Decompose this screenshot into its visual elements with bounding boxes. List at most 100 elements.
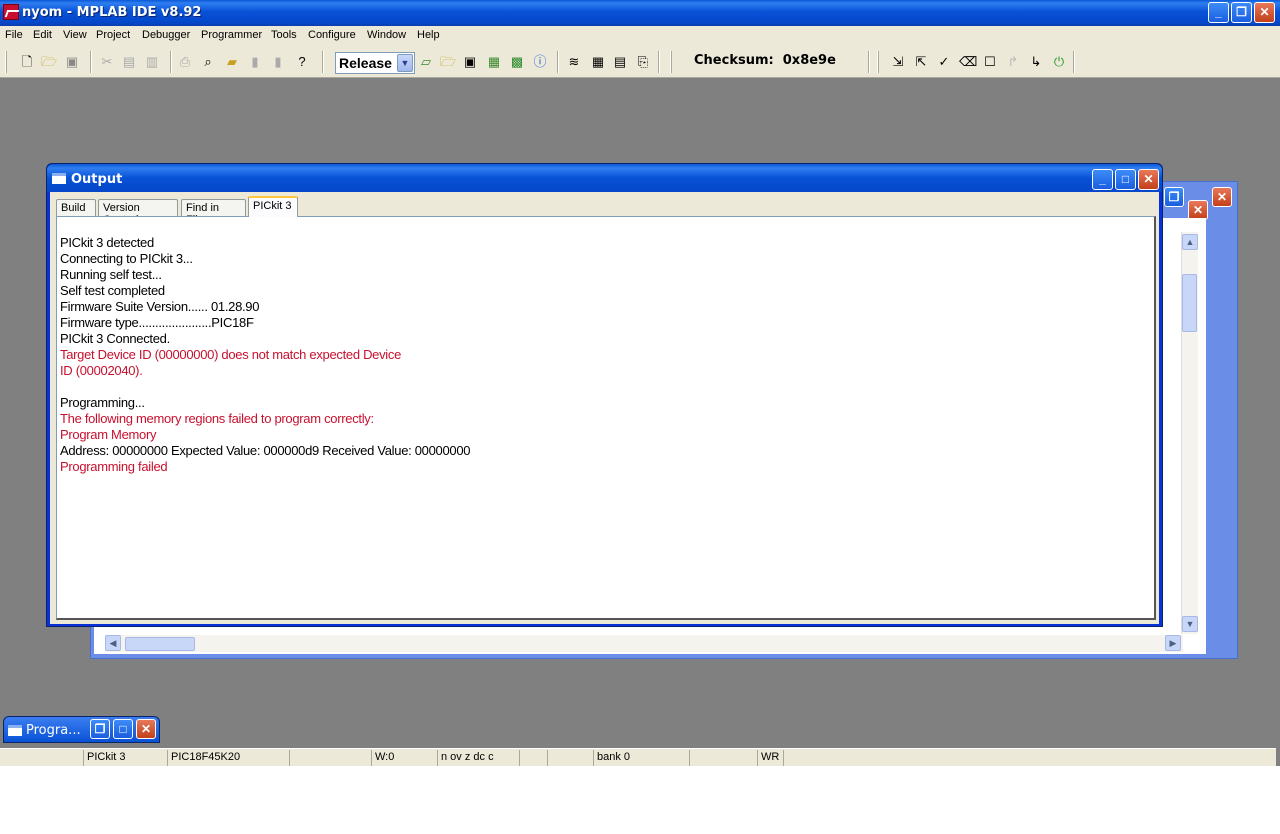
status-w-register: W:0 — [372, 750, 438, 766]
restore-button[interactable]: ❐ — [1231, 2, 1252, 23]
vertical-scroll-thumb[interactable] — [1182, 274, 1197, 332]
title-bar[interactable]: nyom - MPLAB IDE v8.92 _ ❐ ✕ — [0, 0, 1280, 26]
restore-button[interactable]: ❐ — [1164, 187, 1184, 207]
status-mode: WR — [758, 750, 784, 766]
output-line: Connecting to PICkit 3... — [60, 251, 193, 266]
copy-icon[interactable]: ▤ — [121, 54, 137, 70]
program-device-icon[interactable]: ⇲ — [890, 54, 906, 70]
minimize-button[interactable]: _ — [1208, 2, 1229, 23]
output-line: Programming failed — [60, 459, 168, 474]
cut-icon[interactable]: ✂ — [99, 54, 115, 70]
find-binoculars-icon[interactable]: ⌕ — [200, 54, 216, 70]
blank-check-icon[interactable]: ☐ — [982, 54, 998, 70]
build-icon[interactable]: ▦ — [486, 54, 502, 70]
minimized-window[interactable]: Progra... ❐ □ ✕ — [3, 716, 160, 743]
calendar-icon[interactable]: ▦ — [590, 54, 606, 70]
toolbar: 🗋 🗁 ▣ ✂ ▤ ▥ ⎙ ⌕ ▰ ▮ ▮ ? Release ▼ ▱ 🗁 ▣ … — [0, 46, 1280, 78]
info-icon[interactable]: ⓘ — [532, 54, 548, 70]
print-icon[interactable]: ⎙ — [177, 54, 193, 70]
toolbar-grip[interactable] — [5, 51, 7, 73]
status-bank: bank 0 — [594, 750, 690, 766]
toolbar-separator — [1073, 51, 1075, 73]
stack-icon[interactable]: ≋ — [566, 54, 582, 70]
new-file-icon[interactable]: 🗋 — [19, 54, 35, 70]
toolbar-separator — [170, 51, 172, 73]
output-window-title: Output — [71, 172, 123, 187]
scroll-left-icon[interactable]: ◀ — [105, 635, 121, 651]
output-window-body: Build Version Control Find in Files PICk… — [50, 192, 1159, 624]
window-list-icon[interactable]: ▤ — [612, 54, 628, 70]
output-line: Firmware Suite Version...... 01.28.90 — [60, 299, 260, 314]
maximize-button[interactable]: □ — [113, 719, 133, 739]
read-device-icon[interactable]: ⇱ — [913, 54, 929, 70]
power-icon[interactable]: ⏻ — [1051, 54, 1067, 70]
menu-edit[interactable]: Edit — [33, 29, 52, 41]
menu-help[interactable]: Help — [417, 29, 440, 41]
status-empty — [0, 750, 84, 766]
output-line: Address: 00000000 Expected Value: 000000… — [60, 443, 471, 458]
toolbar-grip[interactable] — [877, 51, 879, 73]
output-window-titlebar[interactable]: Output _ □ ✕ — [47, 164, 1162, 192]
close-button[interactable]: ✕ — [136, 719, 156, 739]
erase-device-icon[interactable]: ⌫ — [959, 54, 977, 70]
menu-project[interactable]: Project — [96, 29, 130, 41]
status-empty — [548, 750, 594, 766]
menu-bar: File Edit View Project Debugger Programm… — [0, 26, 1280, 46]
find-in-files-icon[interactable]: ▰ — [224, 54, 240, 70]
next-bookmark-icon[interactable]: ▮ — [270, 54, 286, 70]
menu-window[interactable]: Window — [367, 29, 406, 41]
menu-configure[interactable]: Configure — [308, 29, 356, 41]
output-line: Firmware type......................PIC18… — [60, 315, 254, 330]
hold-reset-icon[interactable]: ↳ — [1028, 54, 1044, 70]
close-button[interactable]: ✕ — [1188, 200, 1208, 220]
status-programmer: PICkit 3 — [84, 750, 168, 766]
output-line: Programming... — [60, 395, 145, 410]
horizontal-scrollbar[interactable]: ◀ ▶ — [105, 635, 1183, 652]
save-icon[interactable]: ▣ — [64, 54, 80, 70]
tab-pickit3[interactable]: PICkit 3 — [248, 196, 298, 217]
close-button[interactable]: ✕ — [1254, 2, 1275, 23]
export-icon[interactable]: ⎘ — [635, 54, 651, 70]
status-bar: PICkit 3 PIC18F45K20 W:0 n ov z dc c ban… — [0, 748, 1276, 766]
status-device: PIC18F45K20 — [168, 750, 290, 766]
scroll-up-icon[interactable]: ▲ — [1182, 234, 1198, 250]
open-project-icon[interactable]: 🗁 — [440, 54, 456, 70]
menu-tools[interactable]: Tools — [271, 29, 297, 41]
mplab-logo-icon — [3, 4, 19, 20]
minimize-button[interactable]: _ — [1092, 169, 1113, 190]
close-button[interactable]: ✕ — [1212, 187, 1232, 207]
mplab-app: nyom - MPLAB IDE v8.92 _ ❐ ✕ File Edit V… — [0, 0, 1280, 766]
status-empty — [520, 750, 548, 766]
verify-device-icon[interactable]: ✓ — [936, 54, 952, 70]
close-button[interactable]: ✕ — [1138, 169, 1159, 190]
toolbar-separator — [322, 51, 324, 73]
output-window: Output _ □ ✕ Build Version Control Find … — [46, 163, 1163, 627]
output-line: PICkit 3 detected — [60, 235, 154, 250]
chevron-down-icon[interactable]: ▼ — [397, 54, 413, 72]
toolbar-grip[interactable] — [670, 51, 672, 73]
menu-file[interactable]: File — [5, 29, 23, 41]
paste-icon[interactable]: ▥ — [144, 54, 160, 70]
window-icon — [52, 173, 66, 184]
scroll-down-icon[interactable]: ▼ — [1182, 616, 1198, 632]
bookmark-icon[interactable]: ▮ — [247, 54, 263, 70]
release-reset-icon[interactable]: ↱ — [1005, 54, 1021, 70]
build-config-select[interactable]: Release ▼ — [335, 52, 415, 74]
new-project-icon[interactable]: ▱ — [418, 54, 434, 70]
horizontal-scroll-thumb[interactable] — [125, 637, 195, 651]
output-line: ID (00002040). — [60, 363, 143, 378]
restore-button[interactable]: ❐ — [90, 719, 110, 739]
open-folder-icon[interactable]: 🗁 — [41, 54, 57, 70]
menu-programmer[interactable]: Programmer — [201, 29, 262, 41]
output-text-area[interactable]: PICkit 3 detected Connecting to PICkit 3.… — [56, 216, 1156, 620]
scroll-right-icon[interactable]: ▶ — [1165, 635, 1181, 651]
help-icon[interactable]: ? — [294, 54, 310, 70]
save-project-icon[interactable]: ▣ — [462, 54, 478, 70]
menu-debugger[interactable]: Debugger — [142, 29, 190, 41]
menu-view[interactable]: View — [63, 29, 87, 41]
maximize-button[interactable]: □ — [1115, 169, 1136, 190]
output-line: Program Memory — [60, 427, 157, 442]
minimized-window-title: Progra... — [26, 723, 81, 738]
build-all-icon[interactable]: ▩ — [509, 54, 525, 70]
output-line: PICkit 3 Connected. — [60, 331, 170, 346]
